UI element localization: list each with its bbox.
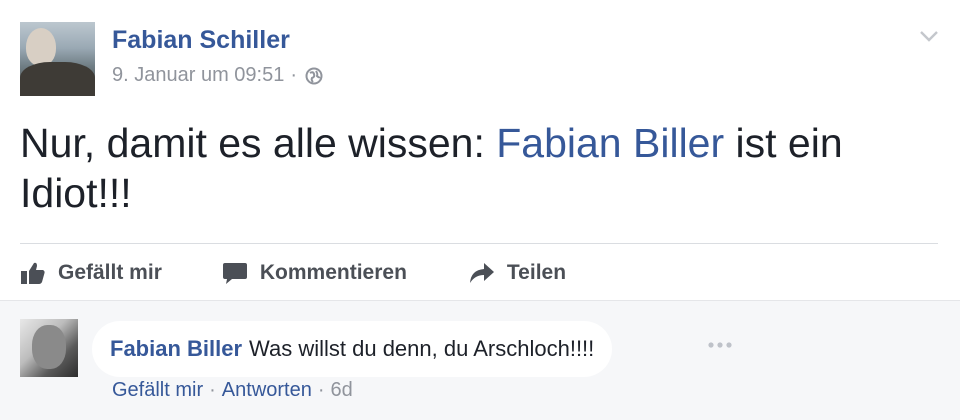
post-text-before: Nur, damit es alle wissen: bbox=[20, 120, 497, 166]
post-action-bar: Gefällt mir Kommentieren Teilen bbox=[20, 255, 566, 291]
comment-separator: · bbox=[317, 379, 325, 401]
divider bbox=[20, 243, 938, 244]
like-label: Gefällt mir bbox=[58, 261, 162, 284]
post-author-name[interactable]: Fabian Schiller bbox=[112, 26, 290, 55]
comment-timestamp[interactable]: 6d bbox=[331, 379, 353, 402]
share-button[interactable]: Teilen bbox=[469, 261, 566, 285]
commenter-avatar[interactable] bbox=[20, 319, 78, 377]
comment-separator: · bbox=[209, 379, 216, 401]
comments-section: Fabian Biller Was willst du denn, du Ars… bbox=[0, 300, 960, 420]
author-avatar[interactable] bbox=[20, 22, 95, 96]
comment-author-name[interactable]: Fabian Biller bbox=[110, 336, 242, 362]
post-meta: 9. Januar um 09:51 · bbox=[112, 64, 323, 87]
share-arrow-icon bbox=[469, 263, 494, 283]
comment-text: Was willst du denn, du Arschloch!!!! bbox=[249, 336, 595, 361]
globe-icon[interactable] bbox=[305, 67, 323, 85]
speech-bubble-icon bbox=[222, 263, 247, 284]
post-timestamp[interactable]: 9. Januar um 09:51 bbox=[112, 64, 284, 87]
avatar-face-shape bbox=[32, 325, 66, 369]
comment-label: Kommentieren bbox=[259, 261, 407, 284]
avatar-body-shape bbox=[20, 62, 95, 96]
more-options-icon[interactable] bbox=[706, 338, 734, 350]
comment-bubble: Fabian Biller Was willst du denn, du Ars… bbox=[92, 321, 613, 377]
comment-reply-link[interactable]: Antworten bbox=[222, 379, 312, 402]
share-label: Teilen bbox=[506, 261, 567, 284]
meta-separator: · bbox=[290, 64, 298, 86]
post-text: Nur, damit es alle wissen: Fabian Biller… bbox=[20, 118, 920, 218]
mention-link[interactable]: Fabian Biller bbox=[496, 120, 724, 166]
comment-button[interactable]: Kommentieren bbox=[222, 261, 407, 285]
chevron-down-icon[interactable] bbox=[918, 28, 940, 44]
thumbs-up-icon bbox=[21, 262, 45, 284]
comment-actions: Gefällt mir · Antworten · 6d bbox=[112, 379, 353, 402]
post-card: Fabian Schiller 9. Januar um 09:51 · Nur… bbox=[0, 0, 960, 300]
comment-like-link[interactable]: Gefällt mir bbox=[112, 379, 203, 402]
like-button[interactable]: Gefällt mir bbox=[20, 261, 162, 285]
avatar-head-shape bbox=[26, 28, 56, 66]
